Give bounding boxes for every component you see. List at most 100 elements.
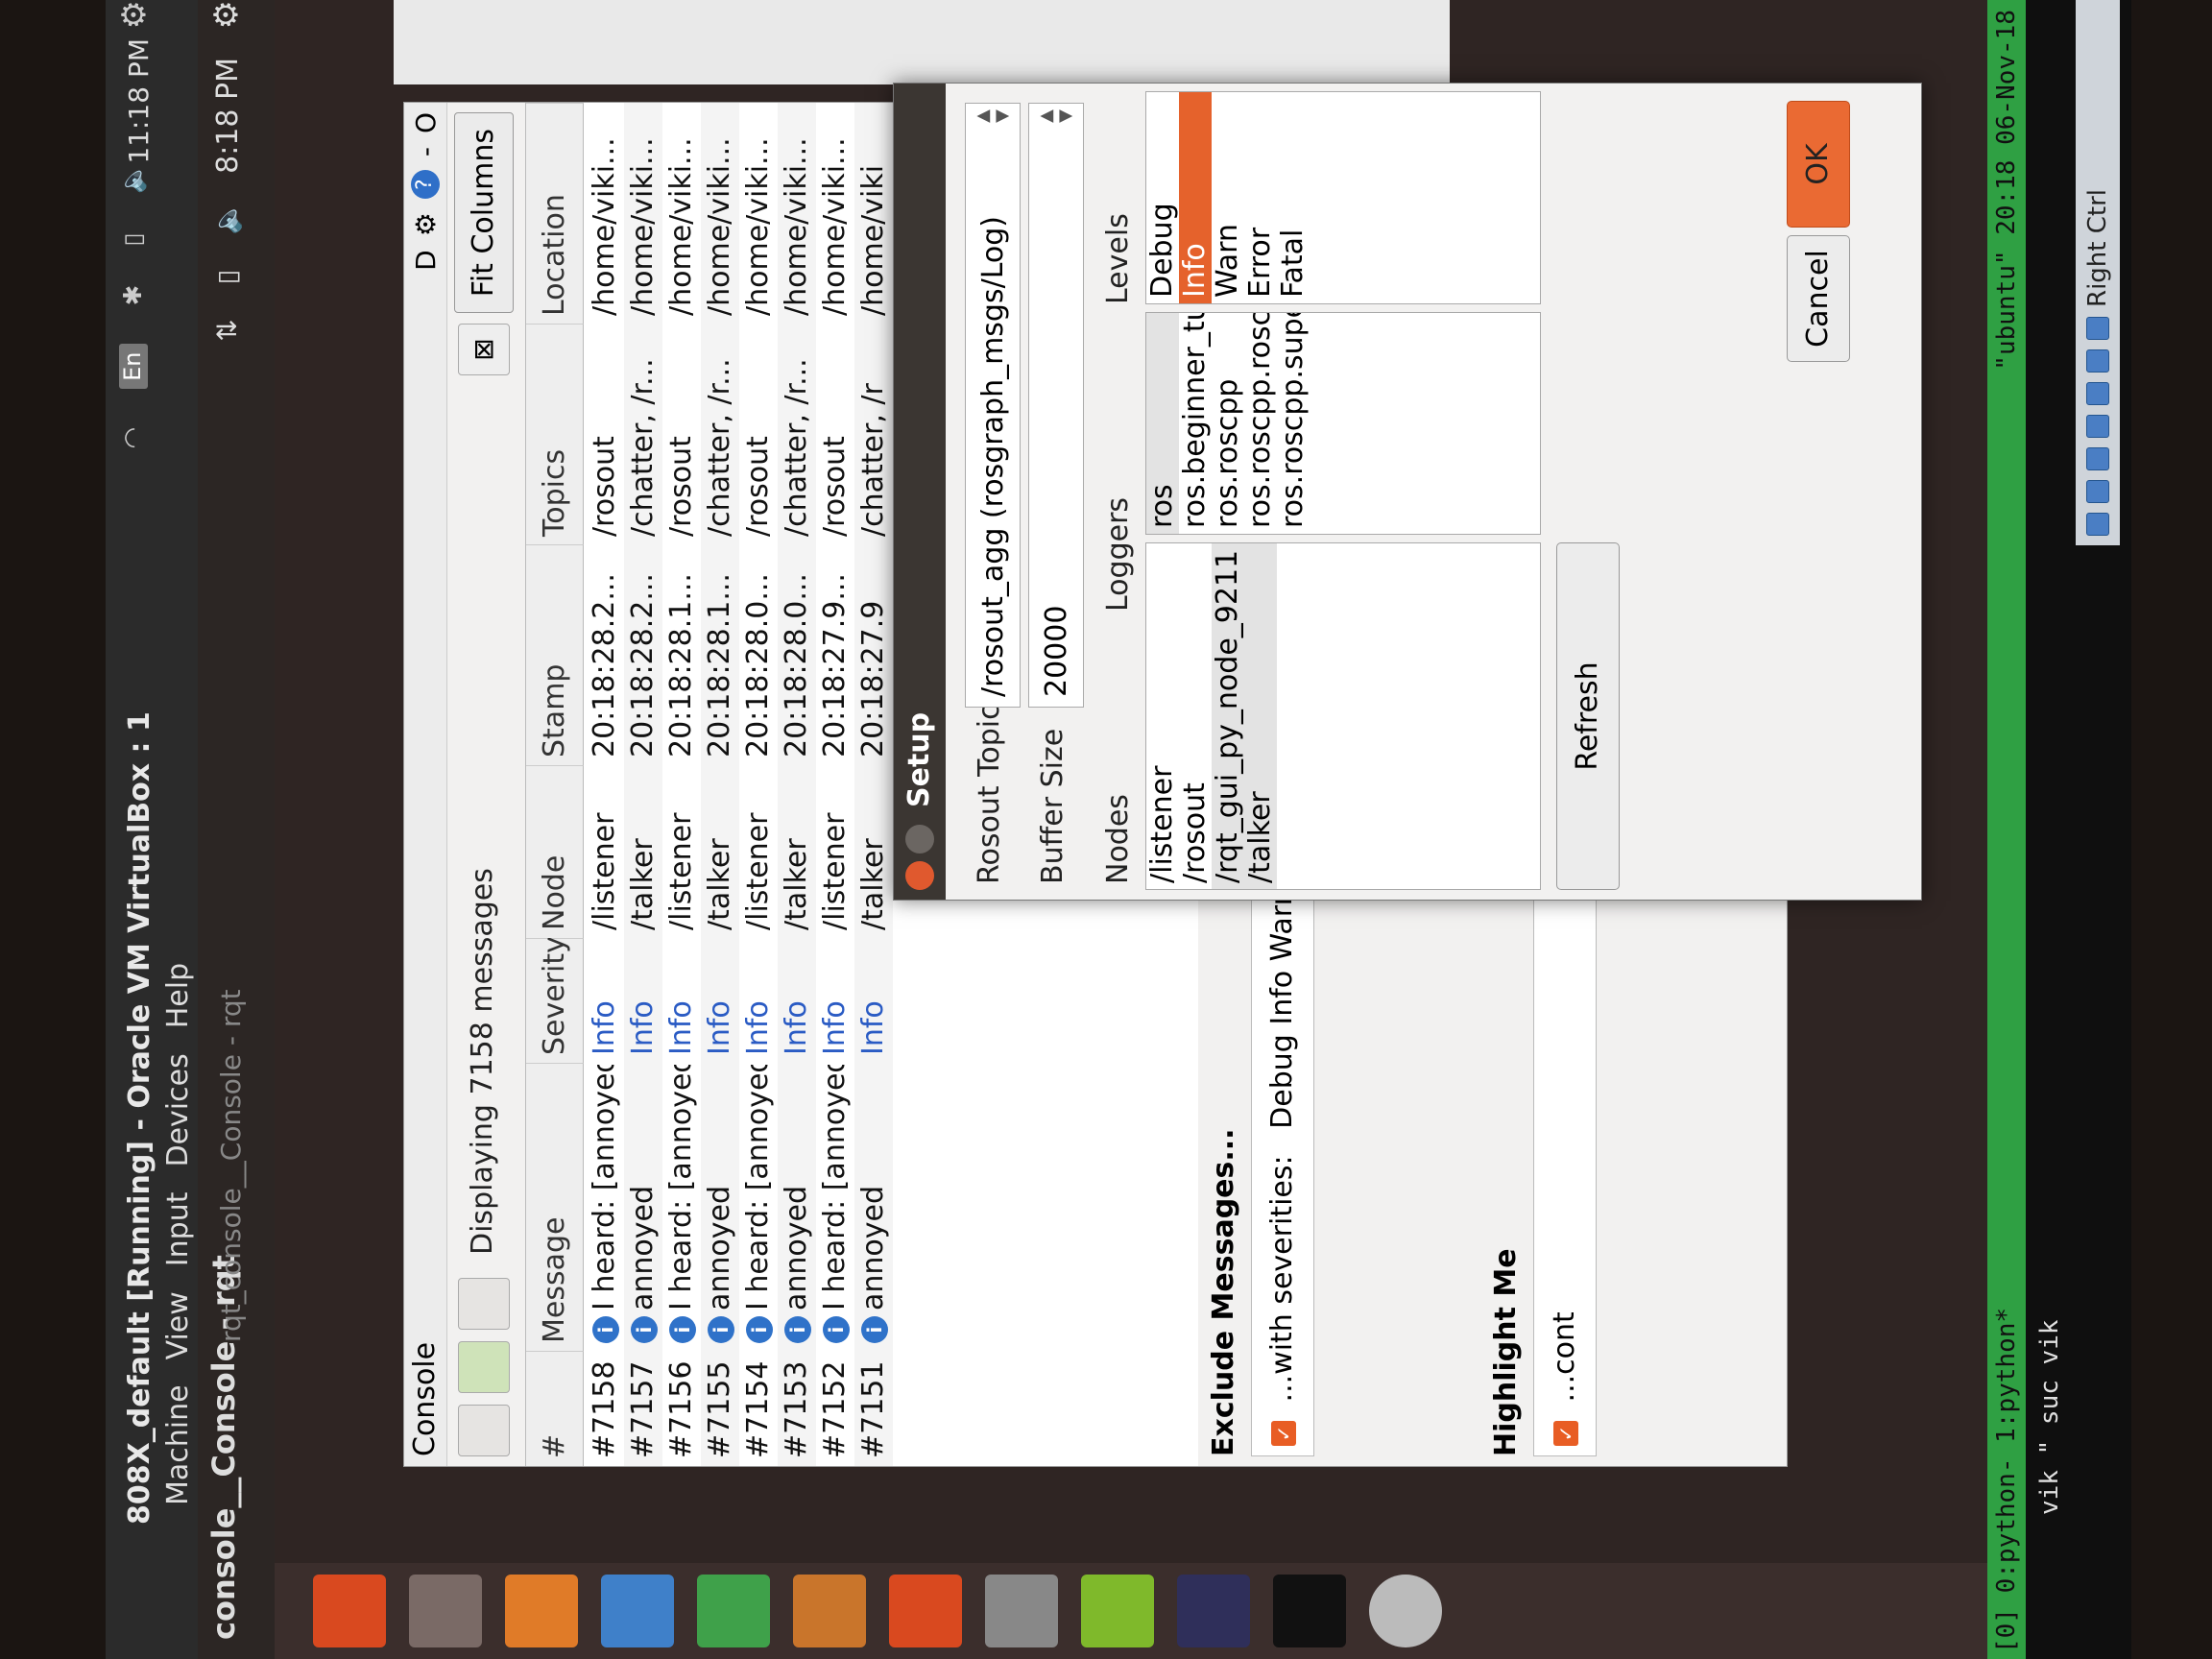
save-icon[interactable]	[458, 1405, 510, 1456]
writer-icon[interactable]	[601, 1575, 674, 1647]
list-item[interactable]: Warn	[1211, 92, 1244, 303]
host-clock[interactable]: 11:18 PM	[123, 38, 155, 164]
column-header-node[interactable]: Node	[526, 765, 584, 938]
exclude-filter-checkbox[interactable]: ✓	[1270, 1421, 1296, 1446]
list-item[interactable]: /listener	[1145, 543, 1179, 889]
list-item[interactable]: ros.roscpp.roscpp_internal	[1243, 312, 1277, 534]
keyboard-language-indicator[interactable]: En	[119, 344, 148, 389]
table-row[interactable]: #7156 i I heard: [annoyed] Info/listener 20:…	[662, 103, 701, 1466]
list-item[interactable]: Debug	[1145, 92, 1179, 303]
dock-button[interactable]: D	[410, 250, 442, 271]
host-settings-gear-icon[interactable]: ⚙	[115, 0, 154, 29]
minimize-button[interactable]: -	[410, 147, 442, 156]
software-center-icon[interactable]	[889, 1575, 962, 1647]
tmux-windows[interactable]: [0] 0:python- 1:python*	[1987, 1308, 2026, 1653]
mouse-integration-icon[interactable]	[2086, 317, 2109, 340]
levels-list[interactable]: Debug Info Warn Error Fatal	[1145, 91, 1541, 304]
cell-message-text: annoyed	[856, 1185, 890, 1310]
column-header-message[interactable]: Message	[526, 1063, 584, 1351]
options-gear-icon[interactable]: ⚙	[410, 212, 442, 236]
list-item[interactable]: /rqt_gui_py_node_9211	[1211, 543, 1244, 889]
wifi-icon[interactable]: ◠	[119, 427, 148, 449]
column-header-severity[interactable]: Severity	[526, 936, 584, 1063]
cancel-button[interactable]: Cancel	[1787, 235, 1850, 362]
nodes-list[interactable]: /listener /rosout /rqt_gui_py_node_9211 …	[1145, 542, 1541, 890]
list-item-selected[interactable]: Info	[1178, 92, 1212, 303]
rqt-icon[interactable]	[1081, 1575, 1154, 1647]
shared-folder-icon[interactable]	[2086, 415, 2109, 438]
menu-machine[interactable]: Machine	[161, 1384, 195, 1505]
battery-icon[interactable]: ▯	[211, 270, 243, 284]
cell-topics: /rosout	[816, 325, 854, 537]
list-item[interactable]: ros.beginner_tutorials	[1178, 312, 1212, 534]
terminal-icon[interactable]	[1273, 1575, 1346, 1647]
table-row[interactable]: #7152 i I heard: [annoyed] Info/listener 20:…	[816, 103, 854, 1466]
help-icon[interactable]: ?	[411, 170, 440, 200]
column-header-topics[interactable]: Topics	[526, 324, 584, 544]
column-header-stamp[interactable]: Stamp	[526, 544, 584, 765]
table-row[interactable]: #7158 i I heard: [annoyed] Info/listener 20:…	[586, 103, 624, 1466]
network-arrows-icon[interactable]: ⇅	[211, 319, 243, 341]
table-row[interactable]: #7153 i annoyed Info/talker 20:18:28.0... /ch…	[778, 103, 816, 1466]
battery-icon[interactable]: ▯	[119, 232, 148, 246]
list-item[interactable]: Fatal	[1276, 92, 1310, 303]
display-icon[interactable]	[2086, 382, 2109, 405]
list-item[interactable]: ros.roscpp.superdebug	[1276, 312, 1310, 534]
bluetooth-icon[interactable]: ✱	[119, 285, 148, 306]
cell-severity-text: Info	[664, 1000, 698, 1055]
impress-icon[interactable]	[793, 1575, 866, 1647]
cell-location: /home/viki...	[662, 105, 701, 316]
rosout-topic-select[interactable]: /rosout_agg (rosgraph_msgs/Log) ▲ ▼	[965, 103, 1021, 708]
volume-icon[interactable]: 🔈	[119, 163, 148, 194]
cell-node-text: /talker	[626, 838, 660, 930]
firefox-icon[interactable]	[505, 1575, 578, 1647]
system-settings-icon[interactable]	[985, 1575, 1058, 1647]
menu-view[interactable]: View	[161, 1291, 195, 1359]
close-button[interactable]: O	[410, 112, 442, 133]
cell-location-text: /home/viki...	[588, 137, 621, 316]
list-item[interactable]: /rosout	[1178, 543, 1212, 889]
network-icon[interactable]	[2086, 349, 2109, 373]
refresh-button[interactable]: Refresh	[1556, 542, 1620, 890]
menu-help[interactable]: Help	[161, 963, 195, 1028]
table-row[interactable]: #7154 i I heard: [annoyed] Info/listener 20:…	[739, 103, 778, 1466]
dvd-icon[interactable]	[1369, 1575, 1442, 1647]
ok-button[interactable]: OK	[1787, 101, 1850, 228]
cell-location-text: /home/viki...	[664, 137, 698, 316]
list-item[interactable]: Error	[1243, 92, 1277, 303]
guest-settings-gear-icon[interactable]: ⚙	[207, 0, 246, 29]
spinner-arrows-icon[interactable]: ▲ ▼	[1036, 109, 1075, 123]
list-item[interactable]: ros	[1145, 313, 1179, 534]
column-header-number[interactable]: #	[526, 1351, 584, 1466]
hdd-icon[interactable]	[2086, 513, 2109, 536]
highlight-filter-checkbox[interactable]: ✓	[1552, 1421, 1578, 1446]
cell-location: /home/viki...	[778, 105, 816, 316]
menu-input[interactable]: Input	[161, 1192, 195, 1267]
dialog-close-button[interactable]	[905, 861, 934, 890]
usb-icon[interactable]	[2086, 447, 2109, 470]
list-item[interactable]: /talker	[1243, 543, 1277, 889]
table-row[interactable]: #7151 i annoyed Info/talker 20:18:27.9/chatt…	[854, 103, 893, 1466]
column-header-location[interactable]: Location	[526, 103, 584, 324]
dialog-minimize-button[interactable]	[905, 825, 934, 854]
clear-messages-icon[interactable]: ⊠	[458, 324, 510, 375]
cell-severity: Info	[778, 940, 816, 1055]
fit-columns-button[interactable]: Fit Columns	[454, 112, 514, 314]
ubuntu-dash-icon[interactable]	[313, 1575, 386, 1647]
menu-devices[interactable]: Devices	[161, 1053, 195, 1166]
load-icon[interactable]	[458, 1341, 510, 1393]
loggers-list[interactable]: ros ros.beginner_tutorials ros.roscpp ro…	[1145, 312, 1541, 535]
info-icon: i	[707, 1316, 734, 1343]
table-row[interactable]: #7155 i annoyed Info/talker 20:18:28.1... /ch…	[701, 103, 739, 1466]
pause-icon[interactable]	[458, 1278, 510, 1330]
list-item[interactable]: ros.roscpp	[1211, 313, 1244, 534]
laptop-screen: 808X_default [Running] - Oracle VM Virtu…	[106, 0, 2131, 1659]
table-row[interactable]: #7157 i annoyed Info/talker 20:18:28.2... /ch…	[624, 103, 662, 1466]
guest-clock[interactable]: 8:18 PM	[211, 58, 245, 174]
calc-icon[interactable]	[697, 1575, 770, 1647]
volume-icon[interactable]: 🔈	[211, 202, 243, 235]
workspace-icon[interactable]	[1177, 1575, 1250, 1647]
cd-icon[interactable]	[2086, 480, 2109, 503]
buffer-size-spinbox[interactable]: 20000 ▲ ▼	[1028, 103, 1084, 708]
files-icon[interactable]	[409, 1575, 482, 1647]
